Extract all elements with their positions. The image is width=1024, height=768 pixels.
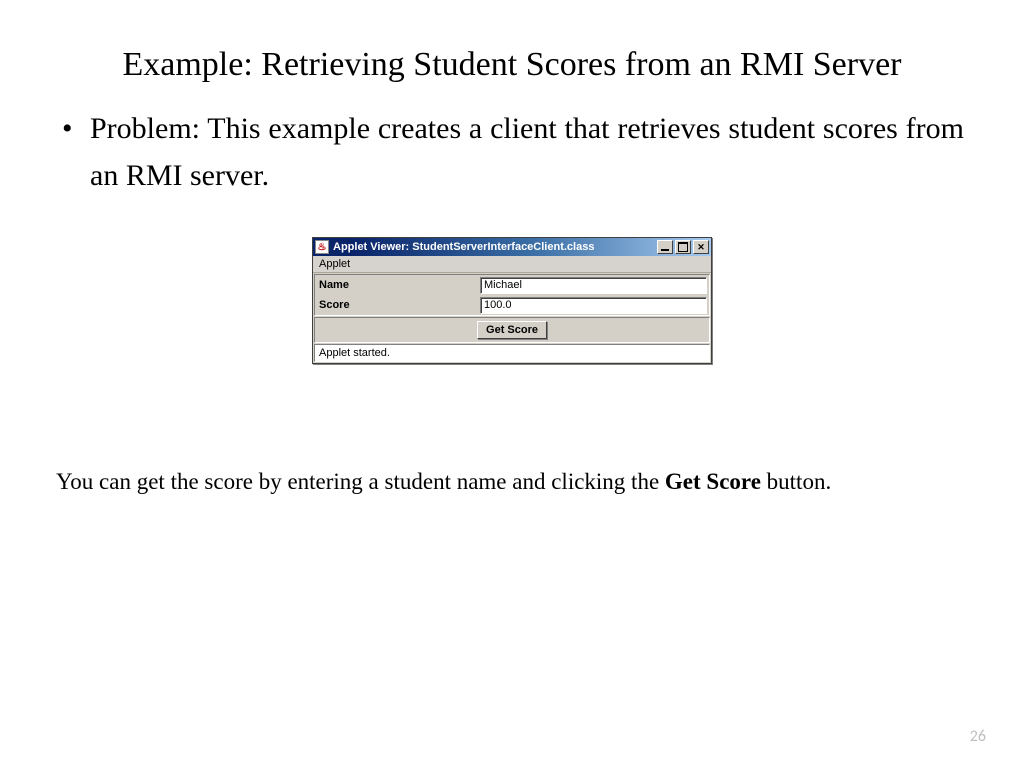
page-number: 26	[970, 727, 986, 746]
slide-title: Example: Retrieving Student Scores from …	[50, 38, 974, 92]
caption-part-1: You can get the score by entering a stud…	[56, 469, 665, 494]
status-bar: Applet started.	[314, 344, 710, 362]
label-score: Score	[315, 299, 480, 311]
bullet-text: Problem: This example creates a client t…	[90, 106, 964, 199]
maximize-button[interactable]	[675, 240, 691, 254]
java-icon: ♨	[315, 240, 329, 254]
window-title: Applet Viewer: StudentServerInterfaceCli…	[333, 241, 657, 253]
menu-applet[interactable]: Applet	[319, 258, 350, 270]
caption-bold: Get Score	[665, 469, 761, 494]
get-score-button[interactable]: Get Score	[477, 321, 547, 339]
applet-window: ♨ Applet Viewer: StudentServerInterfaceC…	[312, 237, 712, 364]
name-field[interactable]	[480, 277, 707, 294]
caption-part-2: button.	[761, 469, 831, 494]
label-name: Name	[315, 279, 480, 291]
caption: You can get the score by entering a stud…	[50, 464, 974, 500]
minimize-button[interactable]	[657, 240, 673, 254]
bullet-item: • Problem: This example creates a client…	[56, 106, 964, 199]
score-field[interactable]	[480, 297, 707, 314]
menubar: Applet	[313, 256, 711, 273]
bullet-dot: •	[56, 106, 90, 199]
titlebar: ♨ Applet Viewer: StudentServerInterfaceC…	[313, 238, 711, 256]
close-button[interactable]: ✕	[693, 240, 709, 254]
